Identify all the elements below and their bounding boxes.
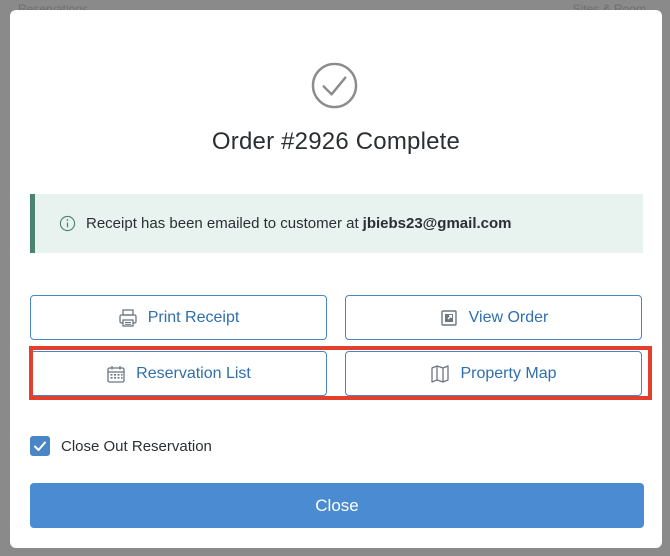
checkmark-icon [34, 441, 46, 451]
info-icon [59, 215, 76, 232]
check-circle-icon [311, 62, 358, 109]
close-out-label: Close Out Reservation [61, 437, 212, 455]
highlight-box [29, 346, 652, 400]
external-link-icon [440, 309, 457, 326]
printer-icon [119, 308, 137, 327]
close-button[interactable]: Close [30, 483, 644, 528]
print-receipt-label: Print Receipt [147, 308, 240, 326]
close-out-reservation-row[interactable]: Close Out Reservation [30, 436, 212, 456]
alert-message: Receipt has been emailed to customer at [86, 215, 359, 232]
alert-email: jbiebs23@gmail.com [362, 215, 512, 232]
print-receipt-button[interactable]: Print Receipt [30, 295, 327, 340]
close-out-checkbox[interactable] [30, 436, 50, 456]
order-complete-modal: Order #2926 Complete Receipt has been em… [10, 10, 662, 548]
view-order-label: View Order [468, 308, 549, 326]
receipt-alert: Receipt has been emailed to customer at … [30, 194, 643, 253]
modal-title: Order #2926 Complete [211, 128, 461, 155]
view-order-button[interactable]: View Order [345, 295, 642, 340]
